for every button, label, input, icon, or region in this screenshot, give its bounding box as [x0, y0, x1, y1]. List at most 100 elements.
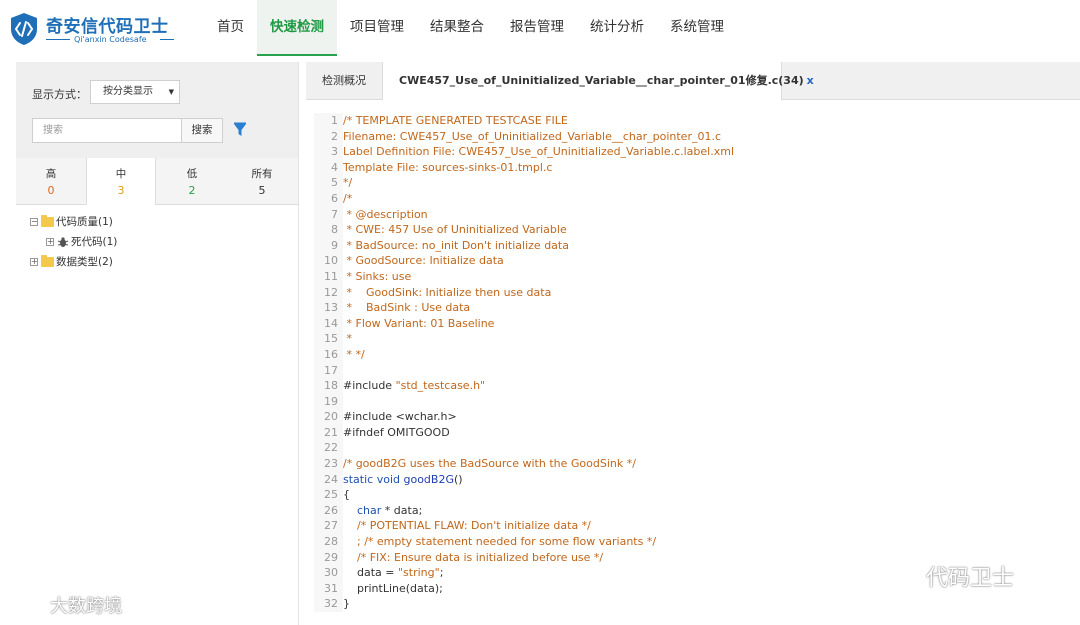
tab-overview[interactable]: 检测概况 — [322, 62, 366, 99]
nav-result-merge[interactable]: 结果整合 — [417, 0, 497, 56]
watermark-right: 代码卫士 — [890, 560, 1014, 592]
main-nav: 首页 快速检测 项目管理 结果整合 报告管理 统计分析 系统管理 — [204, 0, 737, 56]
tree-node-code-quality[interactable]: − 代码质量(1) — [30, 212, 117, 232]
line-number: 4 — [314, 159, 343, 176]
nav-projects[interactable]: 项目管理 — [337, 0, 417, 56]
tree-node-label: 代码质量(1) — [56, 216, 113, 228]
code-line: 20 #include <wchar.h> — [314, 409, 734, 425]
code-line: 13 * BadSink : Use data — [314, 300, 734, 316]
code-line: 9 * BadSource: no_init Don't initialize … — [314, 237, 734, 254]
code-text: Filename: CWE457_Use_of_Uninitialized_Va… — [343, 129, 722, 143]
search-button[interactable]: 搜索 — [181, 118, 223, 143]
code-viewer-panel: 检测概况 CWE457_Use_of_Uninitialized_Variabl… — [306, 62, 1080, 625]
code-text: /* — [343, 191, 353, 205]
line-number: 19 — [314, 393, 343, 410]
severity-count: 3 — [117, 184, 125, 197]
line-number: 11 — [314, 268, 343, 285]
folder-icon — [41, 215, 54, 227]
code-text: Label Definition File: CWE457_Use_of_Uni… — [343, 145, 735, 159]
folder-icon — [41, 255, 54, 267]
funnel-icon[interactable] — [233, 122, 247, 138]
code-line: 30 data = "string"; — [314, 565, 734, 581]
brand-rule-left — [46, 39, 70, 40]
line-number: 30 — [314, 565, 343, 581]
line-number: 3 — [314, 144, 343, 160]
collapse-icon[interactable]: − — [30, 218, 38, 226]
caret-down-icon: ▼ — [168, 88, 174, 96]
brand-logo[interactable]: 奇安信代码卫士 Qi'anxin Codesafe — [10, 10, 180, 50]
code-line: 23/* goodB2G uses the BadSource with the… — [314, 456, 734, 472]
display-mode-select[interactable]: 按分类显示 ▼ — [90, 80, 180, 104]
close-icon[interactable]: x — [807, 74, 814, 87]
line-number: 15 — [314, 331, 343, 347]
line-number: 26 — [314, 502, 343, 519]
code-text: { — [343, 488, 350, 502]
line-number: 10 — [314, 253, 343, 269]
brand-name-cn: 奇安信代码卫士 — [46, 17, 169, 37]
code-text: printLine(data); — [343, 581, 443, 595]
severity-count: 0 — [47, 184, 55, 197]
tab-source-file[interactable]: CWE457_Use_of_Uninitialized_Variable__ch… — [382, 62, 814, 100]
code-line: 24 static void goodB2G() — [314, 471, 734, 488]
line-number: 21 — [314, 424, 343, 441]
line-number: 6 — [314, 190, 343, 207]
code-line: 25{ — [314, 487, 734, 503]
code-line: 17 — [314, 362, 734, 379]
code-text: * @description — [343, 207, 428, 221]
severity-tab-low[interactable]: 低 2 — [157, 158, 227, 204]
code-text: */ — [343, 176, 353, 190]
severity-count: 2 — [188, 184, 196, 197]
code-line: 10 * GoodSource: Initialize data — [314, 253, 734, 269]
code-line: 1/* TEMPLATE GENERATED TESTCASE FILE — [314, 113, 734, 129]
expand-icon[interactable]: + — [30, 258, 38, 266]
top-navigation-bar: 奇安信代码卫士 Qi'anxin Codesafe 首页 快速检测 项目管理 结… — [0, 0, 1080, 56]
code-text: data = "string"; — [343, 566, 444, 580]
tree-node-dead-code[interactable]: + 死代码(1) — [30, 232, 117, 252]
nav-quick-scan[interactable]: 快速检测 — [257, 0, 337, 56]
code-line: 28 ; /* empty statement needed for some … — [314, 534, 734, 550]
code-text: #include <wchar.h> — [343, 410, 457, 424]
code-line: 2 Filename: CWE457_Use_of_Uninitialized_V… — [314, 128, 734, 145]
code-line: 15 * — [314, 331, 734, 347]
line-number: 13 — [314, 300, 343, 316]
severity-tab-medium[interactable]: 中 3 — [86, 158, 156, 205]
brand-name-en: Qi'anxin Codesafe — [74, 35, 147, 44]
code-text: } — [343, 597, 350, 611]
code-line: 18 #include "std_testcase.h" — [314, 378, 734, 394]
code-text: * GoodSink: Initialize then use data — [343, 285, 552, 299]
code-line: 27 /* POTENTIAL FLAW: Don't initialize d… — [314, 518, 734, 535]
line-number: 32 — [314, 596, 343, 612]
code-text: * */ — [343, 347, 365, 361]
code-line: 16 * */ — [314, 346, 734, 363]
code-text: * BadSink : Use data — [343, 301, 471, 315]
code-text: * GoodSource: Initialize data — [343, 254, 504, 268]
severity-tab-all[interactable]: 所有 5 — [227, 158, 297, 204]
nav-reports[interactable]: 报告管理 — [497, 0, 577, 56]
code-line: 14 * Flow Variant: 01 Baseline — [314, 315, 734, 332]
line-number: 27 — [314, 518, 343, 535]
sidebar-controls: 显示方式： 按分类显示 ▼ 搜索 搜索 — [16, 62, 298, 158]
defect-sidebar: 显示方式： 按分类显示 ▼ 搜索 搜索 高 0 中 3 低 2 所有 5 − 代… — [16, 62, 299, 625]
search-input[interactable]: 搜索 — [32, 118, 182, 143]
line-number: 18 — [314, 378, 343, 394]
code-text: /* TEMPLATE GENERATED TESTCASE FILE — [343, 114, 568, 127]
expand-icon[interactable]: + — [46, 238, 54, 246]
line-number: 20 — [314, 409, 343, 425]
nav-system[interactable]: 系统管理 — [657, 0, 737, 56]
severity-tab-high[interactable]: 高 0 — [16, 158, 86, 204]
nav-statistics[interactable]: 统计分析 — [577, 0, 657, 56]
line-number: 1 — [314, 113, 343, 129]
bug-icon — [57, 237, 69, 247]
watermark-left: 大数跨境 — [8, 592, 122, 618]
nav-home[interactable]: 首页 — [204, 0, 257, 56]
code-text: * — [343, 332, 352, 346]
code-line: 3 Label Definition File: CWE457_Use_of_Un… — [314, 144, 734, 160]
code-line: 19 — [314, 393, 734, 410]
code-line: 8 * CWE: 457 Use of Uninitialized Variab… — [314, 222, 734, 238]
line-number: 29 — [314, 549, 343, 566]
wechat-icon — [891, 569, 924, 589]
line-number: 31 — [314, 580, 343, 597]
tree-node-data-types[interactable]: + 数据类型(2) — [30, 252, 117, 272]
code-line: 32} — [314, 596, 734, 612]
severity-name: 中 — [115, 168, 127, 180]
